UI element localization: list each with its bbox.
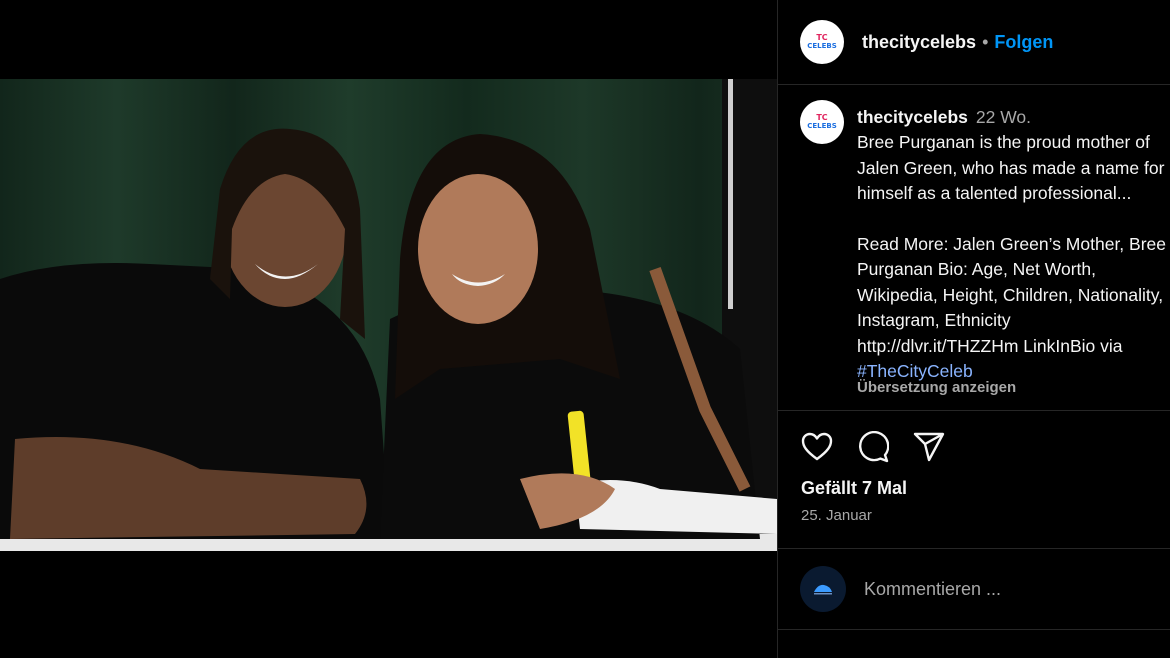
divider <box>778 410 1170 411</box>
comment-bubble-icon[interactable] <box>856 430 890 464</box>
caption-avatar[interactable]: TC CELEBS <box>800 100 844 144</box>
profile-avatar[interactable]: TC CELEBS <box>800 20 844 64</box>
caption-line: http://dlvr.it/THZZHm LinkInBio via <box>857 335 1123 356</box>
paper-plane-icon[interactable] <box>912 430 946 464</box>
heart-icon[interactable] <box>800 430 834 464</box>
caption-line: Purganan Bio: Age, Net Worth, <box>857 259 1096 280</box>
header-separator: • <box>982 31 989 52</box>
caption-line: himself as a talented professional... <box>857 183 1132 204</box>
post-photo[interactable] <box>0 79 777 551</box>
divider <box>778 548 1170 549</box>
likes-count[interactable]: Gefällt 7 Mal <box>801 478 907 499</box>
comment-row: Kommentieren ... <box>800 566 1001 612</box>
header-username[interactable]: thecitycelebs <box>862 32 976 53</box>
caption-line: Instagram, Ethnicity <box>857 310 1011 331</box>
post-info-panel: TC CELEBS thecitycelebs • Folgen TC CELEBS… <box>777 0 1170 658</box>
brand-logo-icon: TC CELEBS <box>807 33 837 51</box>
caption-block: TC CELEBS thecitycelebs 22 Wo. Bree Purgan… <box>800 100 1170 405</box>
post-media-area <box>0 0 777 658</box>
caption-line: Bree Purganan is the proud mother of <box>857 132 1150 153</box>
caption-line: Wikipedia, Height, Children, Nationality… <box>857 284 1164 305</box>
divider <box>778 629 1170 630</box>
caption-line: Jalen Green, who has made a name for <box>857 157 1165 178</box>
comment-input[interactable]: Kommentieren ... <box>864 579 1001 600</box>
caption-text: thecitycelebs 22 Wo. Bree Purganan is the… <box>857 105 1170 384</box>
caption-time[interactable]: 22 Wo. <box>976 107 1031 127</box>
post-photo-illustration <box>0 79 777 551</box>
post-header: TC CELEBS thecitycelebs • Folgen <box>778 0 1170 85</box>
caption-line: Read More: Jalen Green’s Mother, Bree <box>857 234 1167 255</box>
caption-username[interactable]: thecitycelebs <box>857 107 968 127</box>
user-avatar[interactable] <box>800 566 846 612</box>
post-date[interactable]: 25. Januar <box>801 507 872 524</box>
user-avatar-logo-icon <box>814 584 832 595</box>
brand-logo-icon: TC CELEBS <box>807 113 837 131</box>
action-bar <box>800 430 946 464</box>
translate-button[interactable]: Übersetzung anzeigen <box>857 379 1016 396</box>
follow-button[interactable]: Folgen <box>994 32 1053 53</box>
